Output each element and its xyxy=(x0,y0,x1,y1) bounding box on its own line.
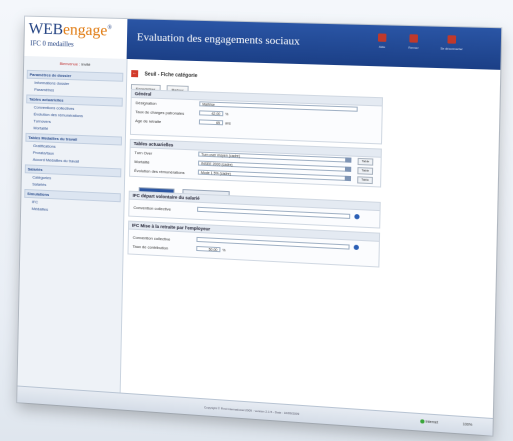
turnover-label: Turn Over xyxy=(134,150,153,156)
tables-panel: Tables actuarielles Turn Over Turn over … xyxy=(129,138,382,188)
logout-label: Se déconnecter xyxy=(440,46,463,52)
status-zone: Internet xyxy=(420,419,439,425)
app-window: WEBengage® IFC 0 medailles Evaluation de… xyxy=(17,16,502,436)
info-icon[interactable] xyxy=(354,214,360,220)
evolution-table-button[interactable]: Table xyxy=(357,176,374,185)
evolution-label: Évolution des rémunérations xyxy=(134,167,185,176)
close-label: Fermer xyxy=(408,45,419,50)
help-icon xyxy=(377,33,387,42)
logout-icon xyxy=(447,35,457,44)
close-icon xyxy=(409,34,418,43)
logo: WEBengage® IFC 0 medailles xyxy=(24,16,128,59)
ifc-mise-rate-input[interactable]: 50,00 xyxy=(196,245,221,253)
ifc-mise-rate-unit: % xyxy=(222,248,226,253)
age-unit: ans xyxy=(225,121,231,126)
page-title-row: ← Seuil - Fiche catégorie xyxy=(131,65,197,79)
mortalite-table-button[interactable]: Table xyxy=(357,167,374,175)
chevron-down-icon[interactable] xyxy=(345,157,352,163)
age-input[interactable]: 65 xyxy=(198,119,224,126)
status-label: Internet xyxy=(425,419,439,425)
copyright-text: Copyright © First International 2009 - v… xyxy=(203,405,300,416)
logo-accent-text: engage xyxy=(62,21,108,40)
close-button[interactable]: Fermer xyxy=(399,34,429,50)
age-label: Age de retraite xyxy=(135,118,162,125)
internet-icon xyxy=(420,419,425,424)
charges-unit: % xyxy=(225,112,229,117)
logo-trademark: ® xyxy=(107,25,112,32)
help-label: Aide xyxy=(378,44,386,50)
welcome-label: Bienvenue xyxy=(59,60,79,67)
ifc-mise-panel: IFC Mise à la retraite par l'employeur C… xyxy=(127,220,381,268)
logout-button[interactable]: Se déconnecter xyxy=(437,35,467,51)
ifc-mise-rate-label: Taux de contribution xyxy=(132,243,169,251)
general-panel: Général Désignation Maîtrise Taux de cha… xyxy=(129,89,384,145)
charges-input[interactable]: 42,00 xyxy=(199,110,224,117)
chevron-down-icon[interactable] xyxy=(344,166,352,172)
zoom-level[interactable]: 100% xyxy=(463,422,473,427)
ifc-mise-convention-label: Convention collective xyxy=(132,234,171,242)
sidebar-nav: Paramètres de dossier Informations dossi… xyxy=(24,69,124,216)
main-content: ← Seuil - Fiche catégorie Enregistrer Re… xyxy=(121,59,501,419)
logo-subtitle: IFC 0 medailles xyxy=(30,39,74,49)
mortalite-label: Mortalité xyxy=(134,158,150,165)
help-button[interactable]: Aide xyxy=(367,33,397,49)
logo-wordmark: WEBengage® xyxy=(28,21,112,41)
ifc-depart-convention-label: Convention collective xyxy=(133,204,171,212)
welcome-user: invité xyxy=(81,61,91,67)
chevron-down-icon[interactable] xyxy=(344,175,352,182)
designation-label: Désignation xyxy=(135,100,157,106)
app-title: Evaluation des engagements sociaux xyxy=(136,31,300,48)
sidebar: Bienvenue : invité Paramètres de dossier… xyxy=(17,55,128,394)
logo-text: WEB xyxy=(28,20,64,39)
charges-label: Taux de charges patronales xyxy=(135,109,185,116)
turnover-table-button[interactable]: Table xyxy=(357,157,374,166)
welcome-text: Bienvenue : invité xyxy=(59,60,91,67)
info-icon[interactable] xyxy=(353,244,359,251)
